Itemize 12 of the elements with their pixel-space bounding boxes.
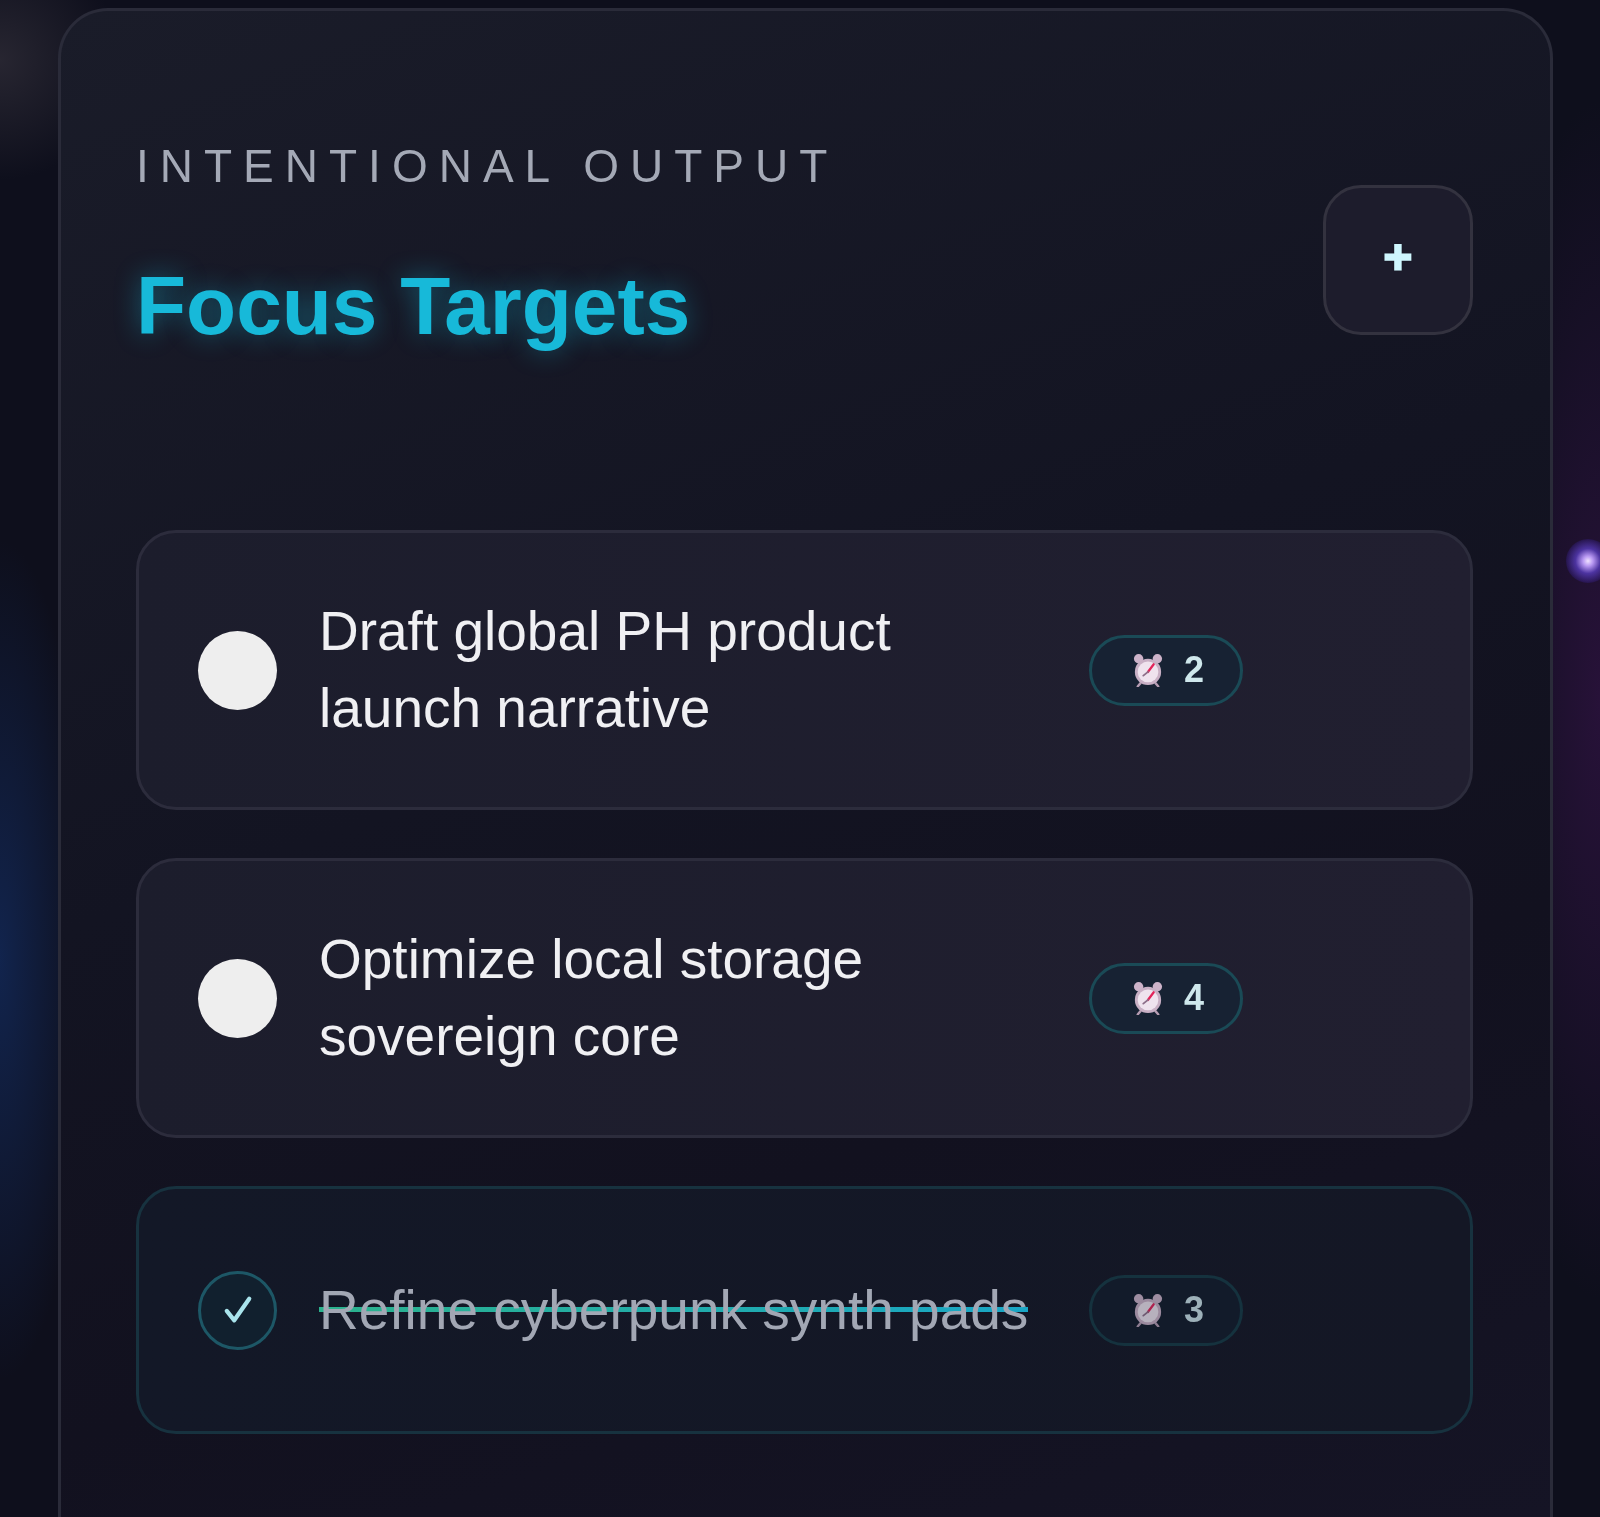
alarm-clock-icon <box>1133 981 1163 1015</box>
badge-count: 2 <box>1184 652 1205 688</box>
check-icon <box>222 1295 253 1325</box>
alarm-clock-icon <box>1133 1293 1163 1327</box>
glow-spot-icon <box>1566 539 1600 583</box>
section-label: INTENTIONAL OUTPUT <box>136 143 839 189</box>
add-button[interactable]: + <box>1323 185 1473 335</box>
badge-count: 3 <box>1184 1292 1205 1328</box>
task-title: Optimize local storage sovereign core <box>319 928 864 1067</box>
alarm-clock-icon <box>1133 653 1163 687</box>
badge-count: 4 <box>1184 980 1205 1016</box>
task-title: Draft global PH product launch narrative <box>319 600 891 739</box>
